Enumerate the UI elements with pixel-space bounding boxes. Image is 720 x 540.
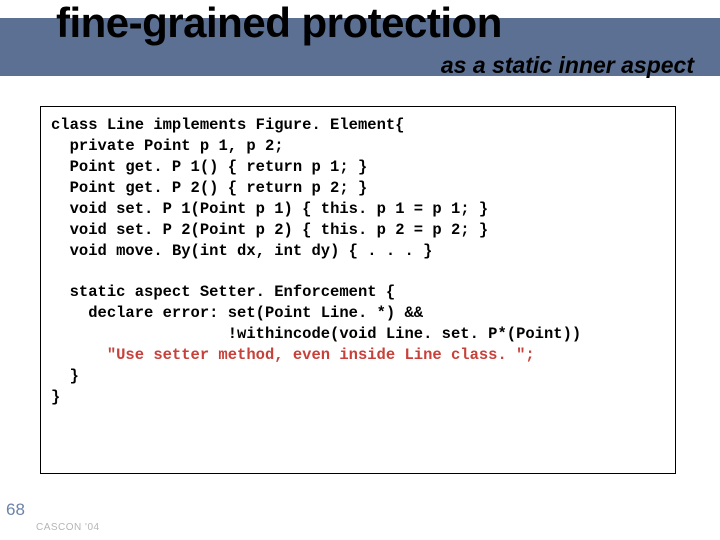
kw-static-aspect: static aspect — [70, 283, 191, 301]
code-text: move. By( — [107, 242, 200, 260]
kw-void: void — [70, 242, 107, 260]
kw-class: class — [51, 116, 98, 134]
page-number: 68 — [6, 500, 25, 520]
footer-conference: CASCON '04 — [36, 522, 100, 533]
code-text: } — [70, 367, 79, 385]
code-text: Figure. Element{ — [246, 116, 404, 134]
code-text: Line — [98, 116, 154, 134]
kw-implements: implements — [153, 116, 246, 134]
code-text: set. P 2(Point p 2) { — [107, 221, 321, 239]
code-text: dy) { . . . } — [302, 242, 432, 260]
slide-title: fine-grained protection — [56, 2, 706, 44]
slide-subtitle: as a static inner aspect — [441, 52, 694, 79]
kw-int: int — [274, 242, 302, 260]
kw-return: return — [246, 179, 302, 197]
error-string: "Use setter method, even inside Line cla… — [107, 346, 535, 364]
code-text: } — [51, 388, 60, 406]
code-text: Setter. Enforcement { — [191, 283, 396, 301]
code-text: . p 2 = p 2; } — [358, 221, 488, 239]
kw-this: this — [321, 200, 358, 218]
code-text: Point p 1, p 2; — [135, 137, 284, 155]
code-text: p 1; } — [302, 158, 367, 176]
kw-declare-error: declare error — [88, 304, 209, 322]
title-wrap: fine-grained protection as a static inne… — [56, 2, 706, 44]
kw-return: return — [246, 158, 302, 176]
code-text: set. P 1(Point p 1) { — [107, 200, 321, 218]
code-text: !withincode(void Line. set. P*(Point)) — [228, 325, 581, 343]
kw-this: this — [321, 221, 358, 239]
code-text: dx, — [228, 242, 275, 260]
kw-void: void — [70, 200, 107, 218]
slide: fine-grained protection as a static inne… — [0, 0, 720, 540]
code-text: : set(Point Line. *) && — [209, 304, 423, 322]
code-text: Point get. P 1() { — [70, 158, 247, 176]
code-block: class Line implements Figure. Element{ p… — [40, 106, 676, 474]
kw-void: void — [70, 221, 107, 239]
kw-int: int — [200, 242, 228, 260]
code-text: p 2; } — [302, 179, 367, 197]
kw-private: private — [70, 137, 135, 155]
code-text: . p 1 = p 1; } — [358, 200, 488, 218]
code-text: Point get. P 2() { — [70, 179, 247, 197]
